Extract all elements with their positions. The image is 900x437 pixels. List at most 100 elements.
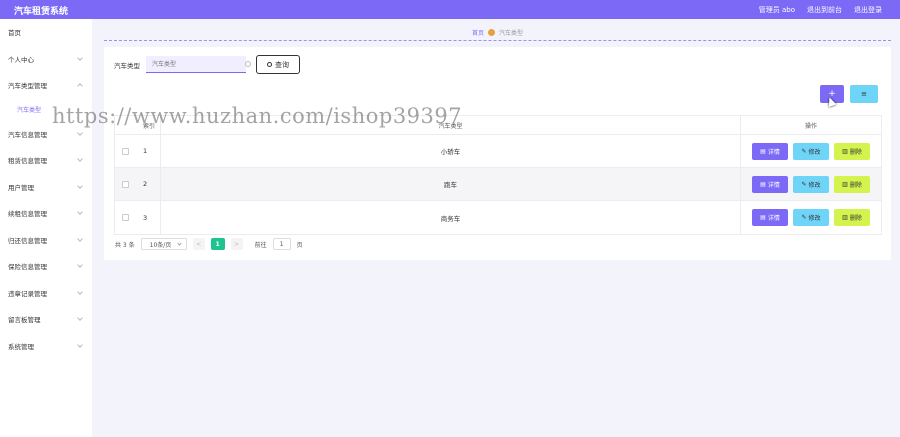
breadcrumb-current: 汽车类型 — [499, 30, 524, 37]
sidebar-item-profile[interactable]: 个人中心 — [0, 46, 92, 73]
sidebar-item-label: 系统管理 — [8, 342, 34, 351]
breadcrumb-separator-icon — [488, 29, 495, 36]
header-ops: 操作 — [804, 122, 817, 130]
breadcrumb-home[interactable]: 首页 — [472, 28, 484, 37]
total-count: 共 3 条 — [115, 241, 135, 249]
sidebar-item-label: 首页 — [8, 29, 21, 38]
delete-label: 删除 — [849, 215, 862, 222]
chevron-down-icon — [77, 129, 83, 136]
clear-icon[interactable] — [245, 61, 251, 67]
edit-button[interactable]: ✎ 修改 — [793, 209, 829, 226]
detail-button[interactable]: ▤ 详情 — [752, 175, 788, 193]
sidebar-item-violations[interactable]: 违章记录管理 — [0, 280, 92, 307]
trash-icon: ▥ — [842, 147, 848, 155]
table-row: 3 商务车 ▤ 详情 ✎ 修改 ▥ 删除 — [115, 201, 881, 234]
edit-button[interactable]: ✎ 修改 — [793, 142, 829, 160]
chevron-down-icon — [77, 262, 83, 268]
sidebar-item-label: 留言板管理 — [8, 316, 41, 325]
sidebar-item-renewal[interactable]: 续租信息管理 — [0, 200, 92, 227]
watermark-text: https://www.huzhan.com/ishop39397 — [52, 104, 463, 128]
detail-button[interactable]: ▤ 详情 — [752, 142, 788, 160]
sidebar-item-label: 违章记录管理 — [8, 289, 47, 298]
table-row: 1 小轿车 ▤ 详情 ✎ 修改 ▥ 删除 — [115, 135, 881, 168]
detail-icon: ▤ — [760, 147, 766, 155]
breadcrumb: 首页 汽车类型 — [104, 25, 891, 41]
car-type-search-input[interactable] — [146, 56, 246, 73]
page-suffix: 页 — [296, 241, 303, 249]
edit-button[interactable]: ✎ 修改 — [793, 175, 829, 193]
row-index: 3 — [135, 201, 161, 234]
detail-icon: ▤ — [760, 214, 766, 221]
top-bar: 汽车租赁系统 管理员 abo 退出到前台 退出登录 — [0, 0, 900, 19]
sidebar-item-users[interactable]: 用户管理 — [0, 174, 92, 201]
next-page-button[interactable]: > — [230, 238, 243, 250]
goto-label: 前往 — [254, 241, 267, 249]
delete-button[interactable]: ▥ 删除 — [834, 175, 870, 193]
chevron-up-icon — [77, 83, 83, 89]
chevron-down-icon — [77, 209, 83, 215]
detail-label: 详情 — [767, 215, 780, 222]
delete-button[interactable]: ▥ 删除 — [834, 209, 870, 226]
chevron-down-icon — [177, 241, 182, 246]
detail-button[interactable]: ▤ 详情 — [752, 209, 788, 226]
prev-page-button[interactable]: < — [192, 238, 205, 250]
sidebar-item-label: 汽车类型管理 — [8, 82, 47, 91]
sidebar-item-messages[interactable]: 留言板管理 — [0, 306, 92, 333]
delete-button[interactable]: ▥ 删除 — [834, 142, 870, 160]
edit-icon: ✎ — [801, 147, 807, 155]
back-to-frontend-link[interactable]: 退出到前台 — [807, 5, 842, 15]
row-index: 2 — [135, 168, 161, 200]
chevron-down-icon — [77, 235, 83, 242]
sidebar-item-system[interactable]: 系统管理 — [0, 333, 92, 360]
goto-page-input[interactable]: 1 — [272, 238, 291, 250]
chevron-down-icon — [77, 156, 83, 162]
sidebar-item-label: 用户管理 — [8, 183, 34, 192]
chevron-down-icon — [77, 315, 83, 321]
topbar-actions: 管理员 abo 退出到前台 退出登录 — [759, 5, 882, 15]
app-title: 汽车租赁系统 — [14, 7, 69, 17]
row-checkbox[interactable] — [121, 214, 129, 221]
chevron-down-icon — [77, 182, 83, 189]
search-form: 汽车类型 查询 — [114, 55, 300, 74]
row-checkbox[interactable] — [121, 147, 129, 155]
page-size-value: 10条/页 — [149, 241, 172, 249]
logout-link[interactable]: 退出登录 — [854, 5, 882, 15]
sidebar: 首页 个人中心 汽车类型管理 汽车类型 汽车信息管理 租赁信息管理 用户管理 续… — [0, 19, 92, 437]
sidebar-item-label: 续租信息管理 — [8, 210, 47, 219]
search-icon — [267, 62, 272, 67]
sidebar-item-label: 租赁信息管理 — [8, 157, 47, 166]
batch-delete-button[interactable]: ≡ — [850, 85, 878, 103]
sidebar-item-insurance[interactable]: 保险信息管理 — [0, 253, 92, 280]
trash-icon: ▥ — [842, 214, 848, 221]
sidebar-item-return[interactable]: 归还信息管理 — [0, 227, 92, 254]
page-size-select[interactable]: 10条/页 — [140, 238, 187, 250]
row-index: 1 — [135, 135, 161, 167]
chevron-down-icon — [77, 54, 83, 61]
chevron-down-icon — [77, 288, 83, 295]
detail-label: 详情 — [767, 181, 780, 189]
chevron-down-icon — [77, 341, 83, 348]
row-car-type: 商务车 — [161, 201, 741, 234]
row-checkbox[interactable] — [121, 180, 129, 188]
page-number-current[interactable]: 1 — [210, 238, 225, 250]
content-panel: 汽车类型 查询 + ≡ 索引 汽车类型 操作 1 小轿车 ▤详情 ✎修改 ▥删除 — [104, 47, 891, 260]
edit-icon: ✎ — [801, 180, 807, 188]
query-button-label: 查询 — [275, 60, 289, 69]
delete-label: 删除 — [849, 148, 862, 156]
sidebar-item-car-type-mgmt[interactable]: 汽车类型管理 — [0, 72, 92, 99]
pagination: 共 3 条 10条/页 < 1 > 前往 1 页 — [115, 238, 303, 250]
row-car-type: 小轿车 — [161, 135, 741, 167]
edit-label: 修改 — [808, 215, 821, 222]
sidebar-item-label: 归还信息管理 — [8, 236, 47, 245]
current-user: 管理员 abo — [758, 6, 795, 14]
sidebar-item-label: 汽车信息管理 — [8, 130, 47, 139]
detail-icon: ▤ — [760, 180, 766, 188]
sidebar-item-label: 保险信息管理 — [8, 263, 47, 272]
sidebar-item-rental-info[interactable]: 租赁信息管理 — [0, 147, 92, 174]
edit-icon: ✎ — [801, 214, 807, 221]
sidebar-item-home[interactable]: 首页 — [0, 19, 92, 46]
sidebar-item-label: 个人中心 — [8, 55, 34, 64]
query-button[interactable]: 查询 — [256, 55, 300, 74]
search-label: 汽车类型 — [114, 61, 140, 70]
edit-label: 修改 — [808, 148, 821, 156]
